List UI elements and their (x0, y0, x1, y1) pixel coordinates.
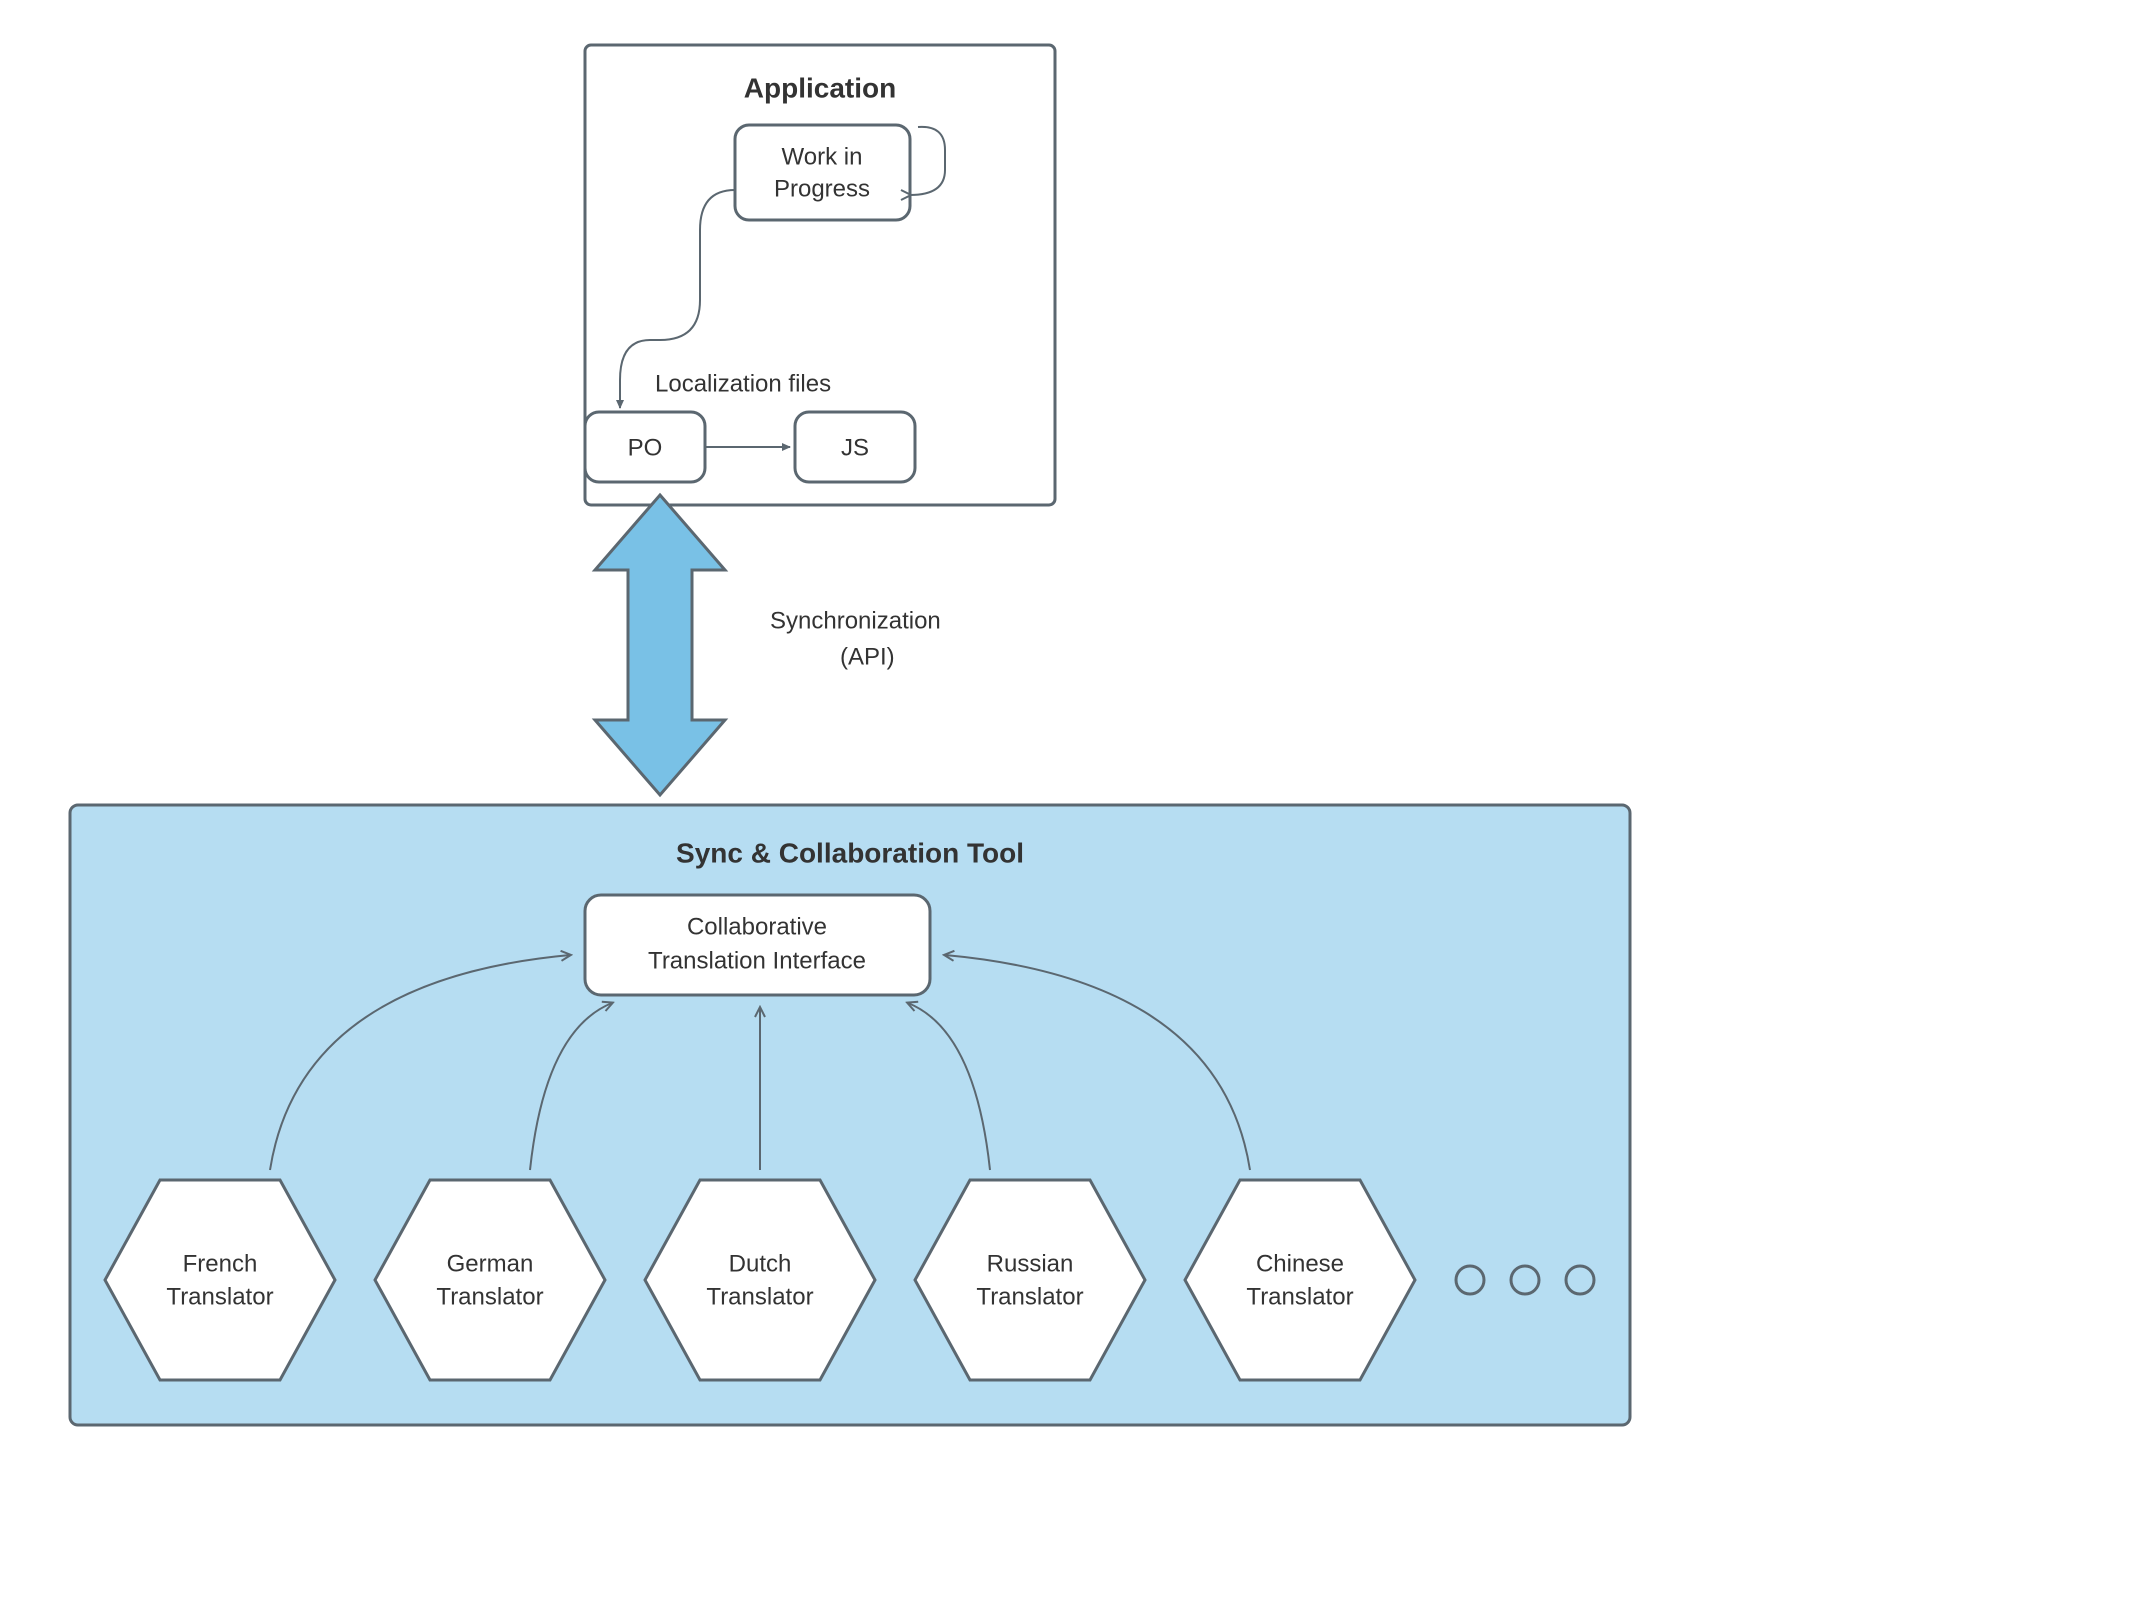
js-box: JS (795, 412, 915, 482)
zh-l1: Chinese (1256, 1250, 1344, 1277)
wip-line2: Progress (774, 175, 870, 202)
application-title: Application (744, 72, 896, 103)
application-container: Application Work in Progress Localizatio… (585, 45, 1055, 505)
ru-l1: Russian (987, 1250, 1074, 1277)
nl-l2: Translator (706, 1283, 813, 1310)
sync-double-arrow (595, 495, 725, 795)
js-label: JS (841, 434, 869, 461)
wip-line1: Work in (782, 143, 863, 170)
collab-panel: Sync & Collaboration Tool Collaborative … (70, 805, 1630, 1425)
collab-interface-box: Collaborative Translation Interface (585, 895, 930, 995)
zh-l2: Translator (1246, 1283, 1353, 1310)
nl-l1: Dutch (729, 1250, 792, 1277)
de-l1: German (447, 1250, 534, 1277)
ru-l2: Translator (976, 1283, 1083, 1310)
collab-if-line2: Translation Interface (648, 947, 866, 974)
diagram-canvas: Application Work in Progress Localizatio… (0, 0, 2138, 1613)
de-l2: Translator (436, 1283, 543, 1310)
sync-label-2: (API) (840, 643, 895, 670)
po-label: PO (628, 434, 663, 461)
collab-if-line1: Collaborative (687, 913, 827, 940)
localization-files-label: Localization files (655, 370, 831, 397)
work-in-progress-box: Work in Progress (735, 125, 910, 220)
sync-label-1: Synchronization (770, 607, 941, 634)
po-box: PO (585, 412, 705, 482)
fr-l2: Translator (166, 1283, 273, 1310)
collab-title: Sync & Collaboration Tool (676, 837, 1024, 868)
fr-l1: French (183, 1250, 258, 1277)
